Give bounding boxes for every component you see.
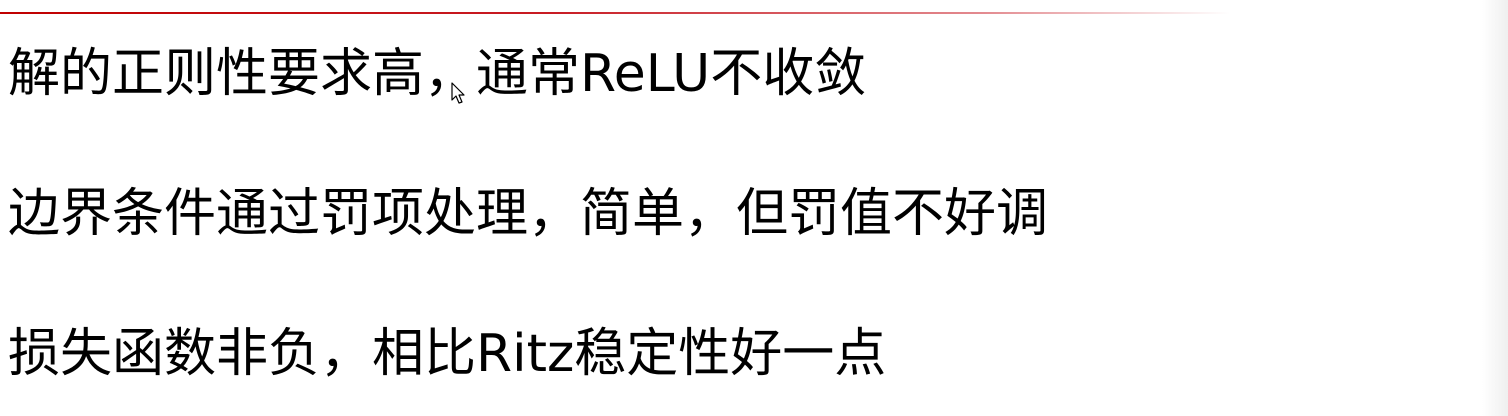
bullet-text-2: 边界条件通过罚项处理，简单，但罚值不好调 [8, 184, 1049, 244]
bullet-text-3: 损失函数非负，相比Ritz稳定性好一点 [8, 324, 887, 384]
bullet-text-1: 解的正则性要求高，通常ReLU不收敛 [8, 44, 867, 104]
mouse-pointer-icon [451, 82, 465, 104]
top-divider-line [0, 12, 1230, 14]
slide: 解的正则性要求高，通常ReLU不收敛 边界条件通过罚项处理，简单，但罚值不好调 … [0, 0, 1508, 416]
right-edge-shadow [1482, 0, 1508, 416]
